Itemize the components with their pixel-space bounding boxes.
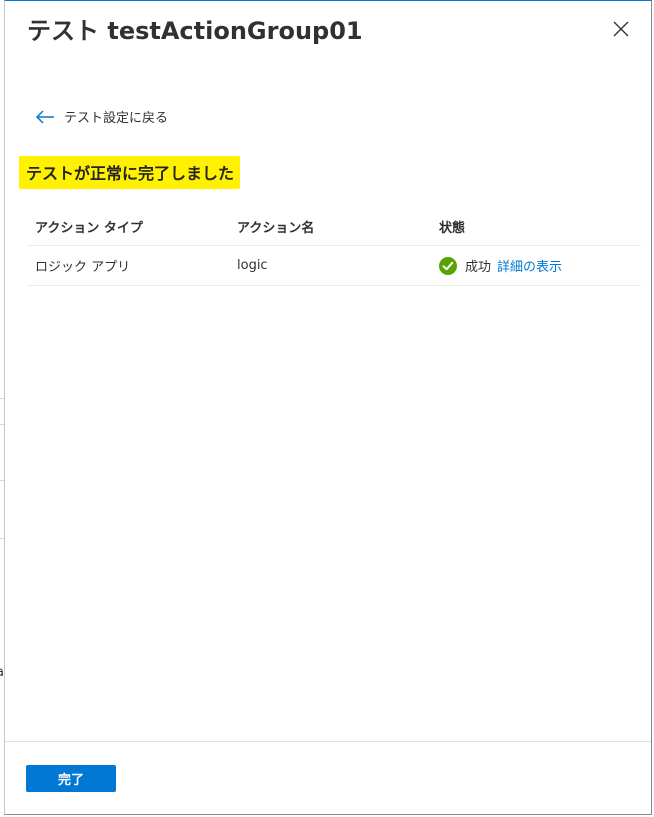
back-to-test-settings-link[interactable]: テスト設定に戻る [35,107,168,126]
panel-footer: 完了 [5,741,651,814]
test-result-panel: テスト testActionGroup01 テスト設定に戻る テストが正常に完了… [4,0,652,815]
cell-status: 成功 詳細の表示 [431,245,641,286]
table-header-row: アクション タイプ アクション名 状態 [27,207,641,246]
arrow-left-icon [35,109,54,124]
view-details-link[interactable]: 詳細の表示 [497,256,562,275]
results-table: アクション タイプ アクション名 状態 ロジック アプリ logic 成功 詳細… [27,207,641,286]
panel-title: テスト testActionGroup01 [27,17,363,45]
cell-action-name: logic [229,245,431,286]
back-link-label: テスト設定に戻る [64,111,169,126]
panel-header: テスト testActionGroup01 [5,1,651,61]
viewport: ( ( a テスト testActionGroup01 テスト設定に戻る テスト… [0,0,654,817]
column-header-action-name: アクション名 [229,207,431,246]
done-button[interactable]: 完了 [26,765,116,792]
background-text-fragment: ( [0,591,1,605]
cell-action-type: ロジック アプリ [27,245,229,286]
success-message: テストが正常に完了しました [19,156,241,189]
column-header-action-type: アクション タイプ [27,207,229,246]
close-button[interactable] [611,19,631,39]
checkmark-circle-icon [439,256,457,275]
status-container: 成功 詳細の表示 [439,256,641,275]
close-icon [613,21,629,37]
table-row: ロジック アプリ logic 成功 詳細の表示 [27,245,641,286]
column-header-status: 状態 [431,207,641,246]
status-text: 成功 [465,260,492,275]
background-text-fragment: ( [0,628,1,642]
